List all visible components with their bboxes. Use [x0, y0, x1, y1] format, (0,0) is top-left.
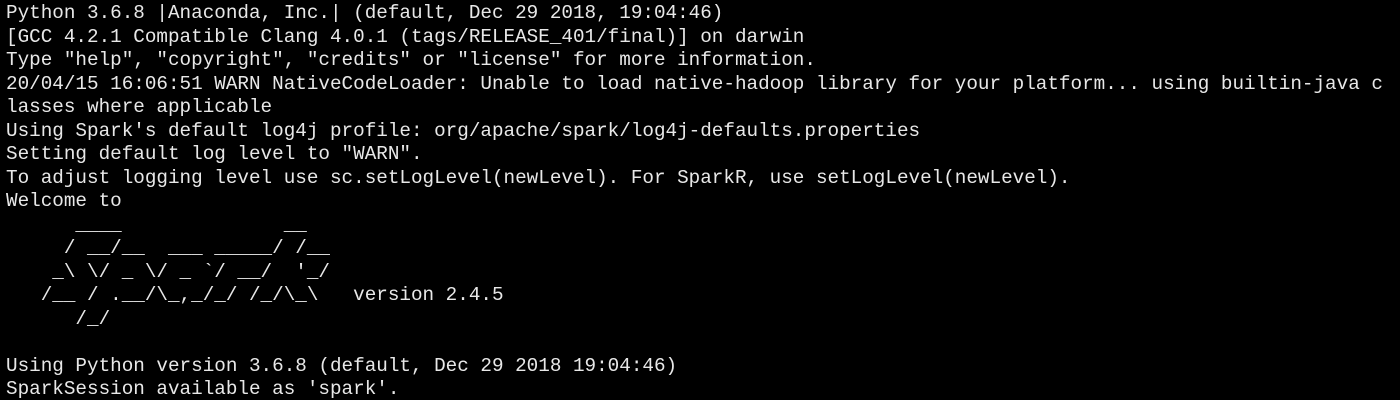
terminal-line: Using Python version 3.6.8 (default, Dec…: [6, 354, 678, 377]
terminal-line: SparkSession available as 'spark'.: [6, 378, 400, 400]
spark-ascii-art-line: /_/: [6, 307, 111, 330]
terminal-line: Setting default log level to "WARN".: [6, 143, 423, 165]
terminal-line: [GCC 4.2.1 Compatible Clang 4.0.1 (tags/…: [6, 25, 805, 48]
terminal-line: To adjust logging level use sc.setLogLev…: [6, 166, 1071, 189]
terminal-line: Welcome to: [6, 190, 122, 212]
terminal-line: Using Spark's default log4j profile: org…: [6, 119, 921, 142]
terminal-line: Type "help", "copyright", "credits" or "…: [6, 49, 816, 71]
spark-ascii-art-line: _\ \/ _ \/ _ `/ __/ '_/: [6, 260, 330, 283]
terminal-line: lasses where applicable: [6, 96, 273, 118]
terminal-line: 20/04/15 16:06:51 WARN NativeCodeLoader:…: [6, 72, 1383, 95]
terminal-line: Python 3.6.8 |Anaconda, Inc.| (default, …: [6, 2, 724, 24]
spark-ascii-art-line: /__ / .__/\_,_/_/ /_/\_\ version 2.4.5: [6, 284, 504, 306]
terminal-window[interactable]: Python 3.6.8 |Anaconda, Inc.| (default, …: [0, 0, 1400, 400]
spark-ascii-art-line: / __/__ ___ _____/ /__: [6, 237, 330, 259]
spark-ascii-art-line: ____ __: [6, 213, 307, 236]
